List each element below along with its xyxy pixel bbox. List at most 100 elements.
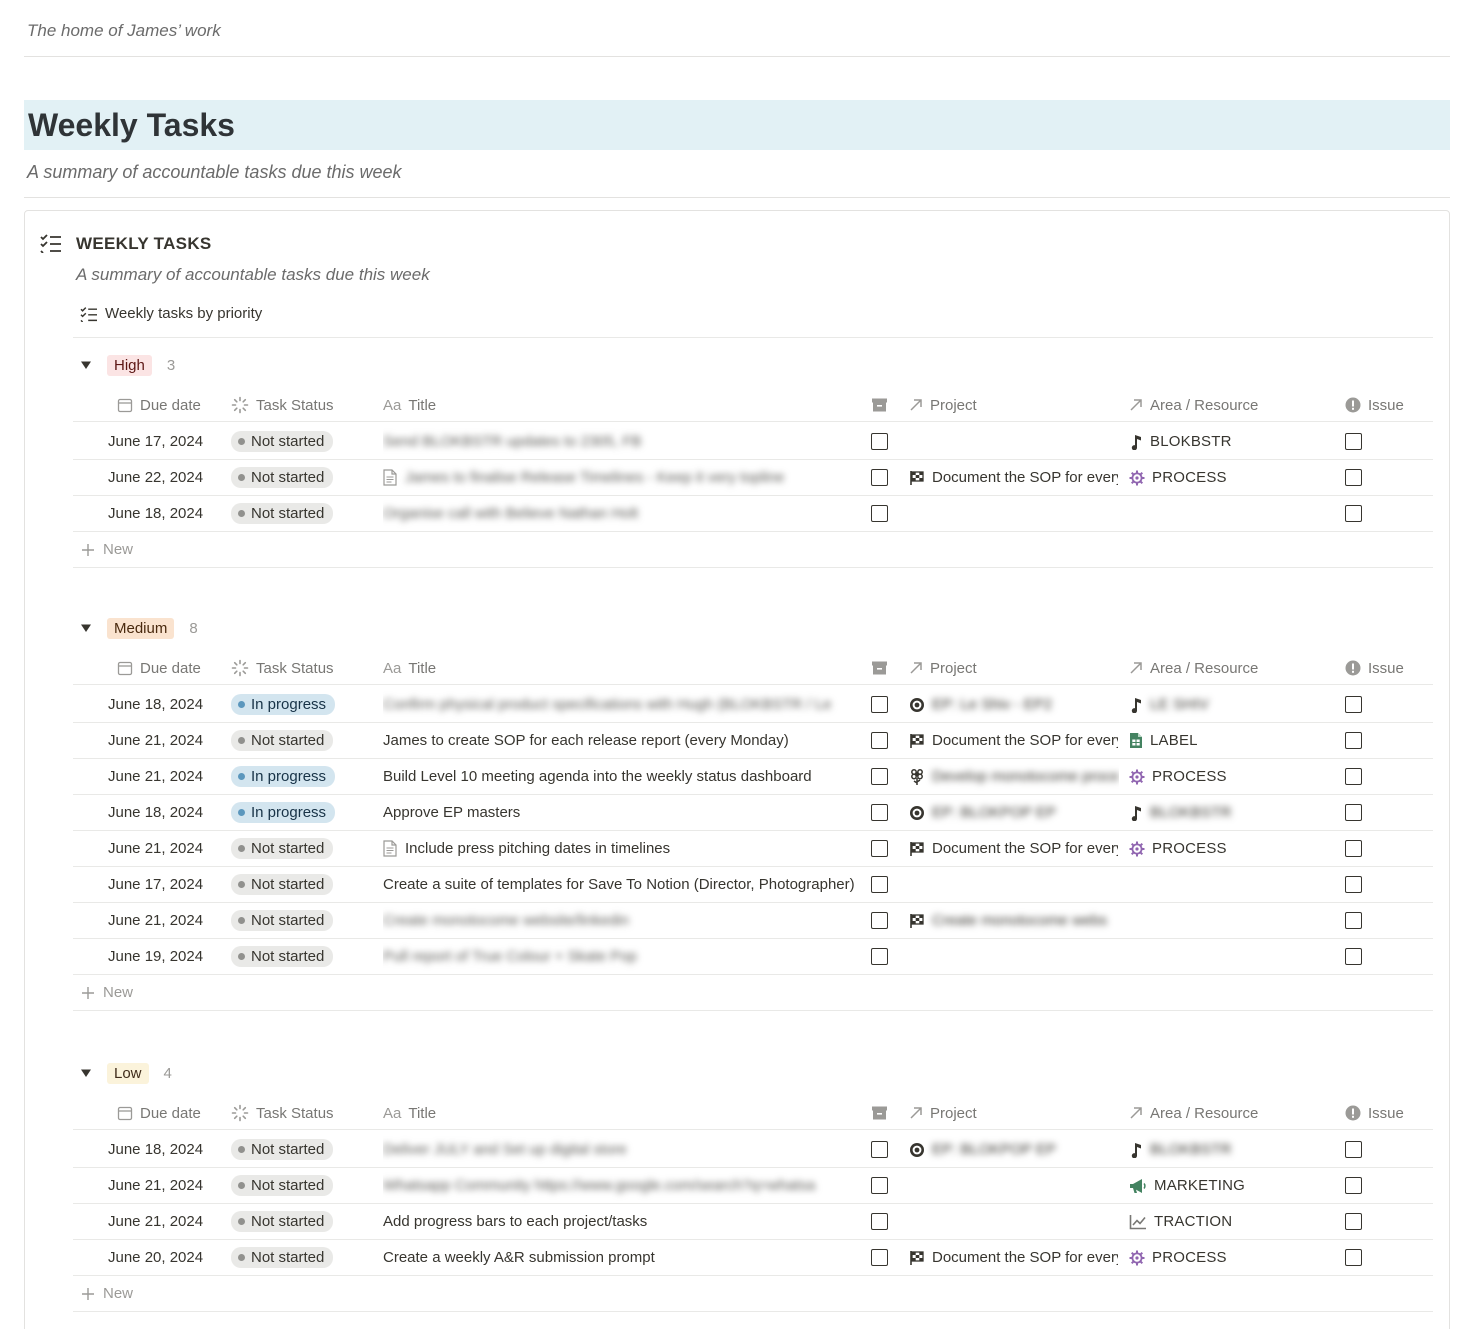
project-cell[interactable]: Develop monotocome process xyxy=(909,759,1119,794)
issue-checkbox[interactable] xyxy=(1345,505,1362,522)
archive-checkbox[interactable] xyxy=(871,1141,888,1158)
project-cell[interactable]: EP: Le Shiv - EP2 xyxy=(909,687,1119,722)
task-title-cell[interactable]: Build Level 10 meeting agenda into the w… xyxy=(383,759,863,794)
task-status-cell[interactable]: Not started xyxy=(231,723,371,758)
project-link[interactable]: Document the SOP for every release xyxy=(932,469,1118,486)
column-header-task-status[interactable]: Task Status xyxy=(231,651,334,685)
table-row[interactable]: June 18, 2024 In progress Confirm physic… xyxy=(73,687,1433,723)
status-badge[interactable]: Not started xyxy=(231,467,334,488)
task-status-cell[interactable]: Not started xyxy=(231,1204,371,1239)
priority-tag[interactable]: High xyxy=(107,354,152,376)
task-title[interactable]: Confirm physical product specifications … xyxy=(383,696,832,713)
area-cell[interactable] xyxy=(1129,939,1339,974)
task-title-cell[interactable]: Organise call with Believe Nathan Holt xyxy=(383,496,863,531)
issue-checkbox[interactable] xyxy=(1345,732,1362,749)
status-badge[interactable]: Not started xyxy=(231,838,334,859)
column-header-task-status[interactable]: Task Status xyxy=(231,1096,334,1130)
area-link[interactable]: BLOKBSTR xyxy=(1150,804,1232,821)
column-header-archive[interactable] xyxy=(871,651,888,685)
task-title[interactable]: Create a weekly A&R submission prompt xyxy=(383,1249,655,1266)
table-row[interactable]: June 21, 2024 Not started Add progress b… xyxy=(73,1204,1433,1240)
task-title-cell[interactable]: James to finalise Release Timelines - Ke… xyxy=(383,460,863,495)
task-status-cell[interactable]: In progress xyxy=(231,759,371,794)
due-date[interactable]: June 21, 2024 xyxy=(108,759,228,794)
area-cell[interactable]: MARKETING xyxy=(1129,1168,1339,1203)
priority-tag[interactable]: Low xyxy=(107,1062,149,1084)
archive-checkbox[interactable] xyxy=(871,840,888,857)
table-row[interactable]: June 17, 2024 Not started Send BLOKBSTR … xyxy=(73,424,1433,460)
task-status-cell[interactable]: In progress xyxy=(231,795,371,830)
task-status-cell[interactable]: Not started xyxy=(231,424,371,459)
due-date[interactable]: June 20, 2024 xyxy=(108,1240,228,1275)
add-new-row-button[interactable]: New xyxy=(73,1276,1433,1312)
status-badge[interactable]: Not started xyxy=(231,1175,334,1196)
due-date[interactable]: June 21, 2024 xyxy=(108,831,228,866)
archive-checkbox[interactable] xyxy=(871,505,888,522)
table-row[interactable]: June 18, 2024 In progress Approve EP mas… xyxy=(73,795,1433,831)
area-cell[interactable]: PROCESS xyxy=(1129,759,1339,794)
project-cell[interactable]: Create monotocome webs xyxy=(909,903,1119,938)
archive-checkbox[interactable] xyxy=(871,876,888,893)
column-header-area[interactable]: Area / Resource xyxy=(1129,388,1258,422)
priority-tag[interactable]: Medium xyxy=(107,617,175,639)
task-title-cell[interactable]: Approve EP masters xyxy=(383,795,863,830)
status-badge[interactable]: In progress xyxy=(231,766,336,787)
column-header-archive[interactable] xyxy=(871,1096,888,1130)
area-cell[interactable]: PROCESS xyxy=(1129,831,1339,866)
archive-checkbox[interactable] xyxy=(871,1249,888,1266)
column-header-title[interactable]: Aa Title xyxy=(383,388,436,422)
task-status-cell[interactable]: Not started xyxy=(231,867,371,902)
task-status-cell[interactable]: Not started xyxy=(231,460,371,495)
archive-checkbox[interactable] xyxy=(871,732,888,749)
task-title[interactable]: Approve EP masters xyxy=(383,804,520,821)
project-cell[interactable] xyxy=(909,1168,1119,1203)
archive-checkbox[interactable] xyxy=(871,696,888,713)
due-date[interactable]: June 18, 2024 xyxy=(108,496,228,531)
due-date[interactable]: June 17, 2024 xyxy=(108,867,228,902)
project-link[interactable]: EP: Le Shiv - EP2 xyxy=(932,696,1052,713)
column-header-project[interactable]: Project xyxy=(909,651,977,685)
view-tab-weekly-tasks-by-priority[interactable]: Weekly tasks by priority xyxy=(80,305,262,322)
issue-checkbox[interactable] xyxy=(1345,948,1362,965)
column-header-project[interactable]: Project xyxy=(909,1096,977,1130)
task-title[interactable]: Create monotocome website/linkedin xyxy=(383,912,629,929)
project-cell[interactable] xyxy=(909,939,1119,974)
caret-down-icon[interactable] xyxy=(81,1068,91,1078)
status-badge[interactable]: In progress xyxy=(231,694,336,715)
area-cell[interactable] xyxy=(1129,903,1339,938)
project-link[interactable]: Document the SOP for every release xyxy=(932,1249,1118,1266)
project-cell[interactable]: EP: BLOKPOP EP xyxy=(909,1132,1119,1167)
issue-checkbox[interactable] xyxy=(1345,469,1362,486)
task-title-cell[interactable]: Add progress bars to each project/tasks xyxy=(383,1204,863,1239)
column-header-area[interactable]: Area / Resource xyxy=(1129,1096,1258,1130)
database-title[interactable]: WEEKLY TASKS xyxy=(76,234,212,254)
area-link[interactable]: PROCESS xyxy=(1152,840,1227,857)
project-link[interactable]: Develop monotocome process xyxy=(932,768,1118,785)
status-badge[interactable]: Not started xyxy=(231,730,334,751)
issue-checkbox[interactable] xyxy=(1345,912,1362,929)
table-row[interactable]: June 20, 2024 Not started Create a weekl… xyxy=(73,1240,1433,1276)
task-status-cell[interactable]: Not started xyxy=(231,939,371,974)
task-title-cell[interactable]: Confirm physical product specifications … xyxy=(383,687,863,722)
area-link[interactable]: BLOKBSTR xyxy=(1150,1141,1232,1158)
issue-checkbox[interactable] xyxy=(1345,876,1362,893)
due-date[interactable]: June 19, 2024 xyxy=(108,939,228,974)
task-title-cell[interactable]: Create a weekly A&R submission prompt xyxy=(383,1240,863,1275)
column-header-title[interactable]: Aa Title xyxy=(383,651,436,685)
task-title-cell[interactable]: Whatsapp Community https://www.google.co… xyxy=(383,1168,863,1203)
column-header-issue[interactable]: Issue xyxy=(1345,651,1404,685)
project-link[interactable]: EP: BLOKPOP EP xyxy=(932,1141,1056,1158)
project-cell[interactable] xyxy=(909,1204,1119,1239)
column-header-task-status[interactable]: Task Status xyxy=(231,388,334,422)
issue-checkbox[interactable] xyxy=(1345,433,1362,450)
column-header-due-date[interactable]: Due date xyxy=(117,388,201,422)
task-status-cell[interactable]: Not started xyxy=(231,1132,371,1167)
area-link[interactable]: BLOKBSTR xyxy=(1150,433,1232,450)
status-badge[interactable]: Not started xyxy=(231,946,334,967)
column-header-issue[interactable]: Issue xyxy=(1345,388,1404,422)
project-cell[interactable]: Document the SOP for every release xyxy=(909,831,1119,866)
task-title[interactable]: James to finalise Release Timelines - Ke… xyxy=(405,469,784,486)
archive-checkbox[interactable] xyxy=(871,804,888,821)
issue-checkbox[interactable] xyxy=(1345,768,1362,785)
project-link[interactable]: Create monotocome webs xyxy=(932,912,1107,929)
